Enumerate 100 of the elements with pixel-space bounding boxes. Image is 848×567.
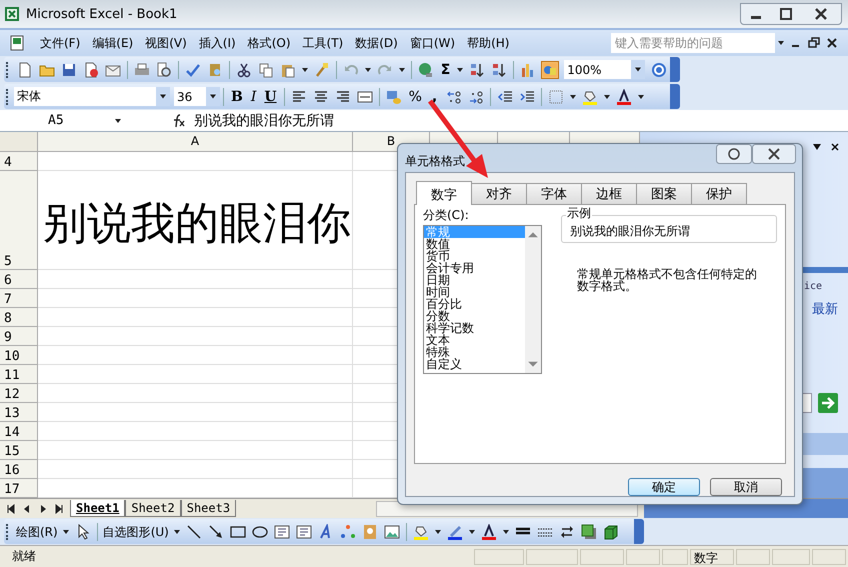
print-preview-icon[interactable] bbox=[156, 62, 172, 78]
grid-cell[interactable] bbox=[38, 403, 353, 422]
draw-menu-button[interactable]: 绘图(R) bbox=[14, 522, 60, 540]
row-header[interactable]: 11 bbox=[0, 365, 38, 384]
diagram-icon[interactable] bbox=[340, 524, 356, 540]
dropdown-caret-icon[interactable] bbox=[62, 528, 70, 536]
grid-cell[interactable] bbox=[38, 308, 353, 327]
dropdown-caret-icon[interactable] bbox=[777, 39, 785, 47]
menu-item[interactable]: 视图(V) bbox=[145, 34, 187, 52]
font-color-icon[interactable] bbox=[616, 88, 632, 104]
grid-cell[interactable] bbox=[38, 365, 353, 384]
align-right-icon[interactable] bbox=[334, 88, 351, 104]
category-item[interactable]: 会计专用 bbox=[424, 262, 525, 274]
grid-cell[interactable] bbox=[38, 346, 353, 365]
line-icon[interactable] bbox=[186, 524, 202, 540]
copy-icon[interactable] bbox=[258, 62, 274, 78]
category-item[interactable]: 文本 bbox=[424, 334, 525, 346]
menu-item[interactable]: 插入(I) bbox=[198, 34, 236, 52]
row-header[interactable]: 13 bbox=[0, 403, 38, 422]
grid-cell[interactable] bbox=[38, 460, 353, 479]
row-header[interactable]: 5 bbox=[0, 171, 38, 270]
grid-cell[interactable] bbox=[38, 152, 353, 171]
row-header[interactable]: 14 bbox=[0, 422, 38, 441]
dropdown-caret-icon[interactable] bbox=[569, 92, 578, 100]
row-header[interactable]: 17 bbox=[0, 479, 38, 498]
row-header[interactable]: 7 bbox=[0, 289, 38, 308]
underline-button[interactable]: U bbox=[260, 88, 281, 106]
close-icon[interactable] bbox=[752, 144, 796, 164]
last-sheet-icon[interactable] bbox=[54, 504, 64, 514]
cancel-button[interactable]: 取消 bbox=[710, 478, 782, 496]
vertical-text-box-icon[interactable] bbox=[296, 524, 312, 540]
dropdown-caret-icon[interactable] bbox=[114, 116, 122, 124]
dropdown-caret-icon[interactable] bbox=[156, 87, 170, 106]
formula-value[interactable]: 别说我的眼泪你无所谓 bbox=[194, 112, 334, 130]
menu-item[interactable]: 工具(T) bbox=[302, 34, 344, 52]
print-icon[interactable] bbox=[134, 62, 150, 78]
ok-button[interactable]: 确定 bbox=[628, 478, 700, 496]
currency-icon[interactable] bbox=[386, 88, 402, 104]
dialog-tab[interactable]: 数字 bbox=[416, 181, 472, 205]
category-item[interactable]: 数值 bbox=[424, 238, 525, 250]
decrease-indent-icon[interactable] bbox=[497, 88, 514, 104]
previous-sheet-icon[interactable] bbox=[22, 504, 32, 514]
help-icon[interactable] bbox=[716, 144, 752, 164]
text-box-icon[interactable] bbox=[274, 524, 290, 540]
drawing-icon[interactable] bbox=[542, 62, 558, 78]
menu-item[interactable]: 窗口(W) bbox=[410, 34, 456, 52]
zoom-field[interactable]: 100% bbox=[564, 60, 646, 79]
decrease-decimal-icon[interactable] bbox=[468, 88, 484, 104]
line-color-icon[interactable] bbox=[446, 524, 463, 540]
font-size-field[interactable]: 36 bbox=[174, 87, 220, 106]
shadow-icon[interactable] bbox=[580, 524, 597, 540]
help-icon[interactable] bbox=[651, 62, 668, 78]
sheet-tab[interactable]: Sheet2 bbox=[125, 500, 181, 517]
permission-icon[interactable] bbox=[82, 62, 99, 78]
row-header[interactable]: 9 bbox=[0, 327, 38, 346]
dialog-tab[interactable]: 图案 bbox=[636, 183, 692, 204]
spelling-icon[interactable] bbox=[184, 62, 201, 78]
fill-color-icon[interactable] bbox=[582, 88, 598, 104]
dialog-tab[interactable]: 对齐 bbox=[471, 183, 527, 204]
category-item[interactable]: 百分比 bbox=[424, 298, 525, 310]
dropdown-caret-icon[interactable] bbox=[364, 66, 372, 74]
sheet-tab[interactable]: Sheet1 bbox=[70, 500, 126, 517]
arrow-style-icon[interactable] bbox=[558, 524, 575, 540]
grid-cell[interactable] bbox=[38, 441, 353, 460]
arrow-icon[interactable] bbox=[208, 524, 224, 540]
clip-art-icon[interactable] bbox=[362, 524, 378, 540]
dropdown-caret-icon[interactable] bbox=[300, 66, 309, 74]
row-header[interactable]: 6 bbox=[0, 270, 38, 289]
font-color-icon[interactable] bbox=[480, 524, 497, 540]
first-sheet-icon[interactable] bbox=[6, 504, 16, 514]
row-header[interactable]: 12 bbox=[0, 384, 38, 403]
menu-item[interactable]: 格式(O) bbox=[248, 34, 291, 52]
dialog-tab[interactable]: 保护 bbox=[691, 183, 747, 204]
dropdown-caret-icon[interactable] bbox=[468, 528, 476, 536]
category-item[interactable]: 特殊 bbox=[424, 346, 525, 358]
category-item[interactable]: 日期 bbox=[424, 274, 525, 286]
row-header[interactable]: 8 bbox=[0, 308, 38, 327]
row-header[interactable]: 15 bbox=[0, 441, 38, 460]
category-item[interactable]: 自定义 bbox=[424, 358, 525, 370]
menu-item[interactable]: 数据(D) bbox=[355, 34, 398, 52]
menu-item[interactable]: 文件(F) bbox=[40, 34, 80, 52]
autosum-button[interactable]: Σ bbox=[436, 60, 454, 78]
merge-center-icon[interactable] bbox=[356, 88, 373, 104]
grid-cell[interactable] bbox=[38, 270, 353, 289]
cut-icon[interactable] bbox=[236, 62, 252, 78]
toolbar-options-button[interactable] bbox=[670, 57, 680, 82]
dropdown-caret-icon[interactable] bbox=[172, 528, 181, 536]
increase-indent-icon[interactable] bbox=[519, 88, 536, 104]
sort-ascending-icon[interactable] bbox=[469, 62, 486, 78]
close-icon[interactable] bbox=[826, 37, 838, 49]
percent-style-button[interactable]: % bbox=[404, 88, 426, 106]
dialog-tab[interactable]: 边框 bbox=[581, 183, 637, 204]
dropdown-caret-icon[interactable] bbox=[603, 92, 612, 100]
italic-button[interactable]: I bbox=[246, 88, 260, 106]
task-pane-link[interactable]: 最新 bbox=[812, 300, 838, 318]
next-sheet-icon[interactable] bbox=[38, 504, 48, 514]
align-left-icon[interactable] bbox=[290, 88, 307, 104]
category-list[interactable]: 常规 数值 货币 会计专用 日期 时间 百分比 分数 科学记数 文本 特殊 自定义 bbox=[423, 225, 542, 374]
row-header[interactable]: 4 bbox=[0, 152, 38, 171]
dropdown-caret-icon[interactable] bbox=[502, 528, 510, 536]
